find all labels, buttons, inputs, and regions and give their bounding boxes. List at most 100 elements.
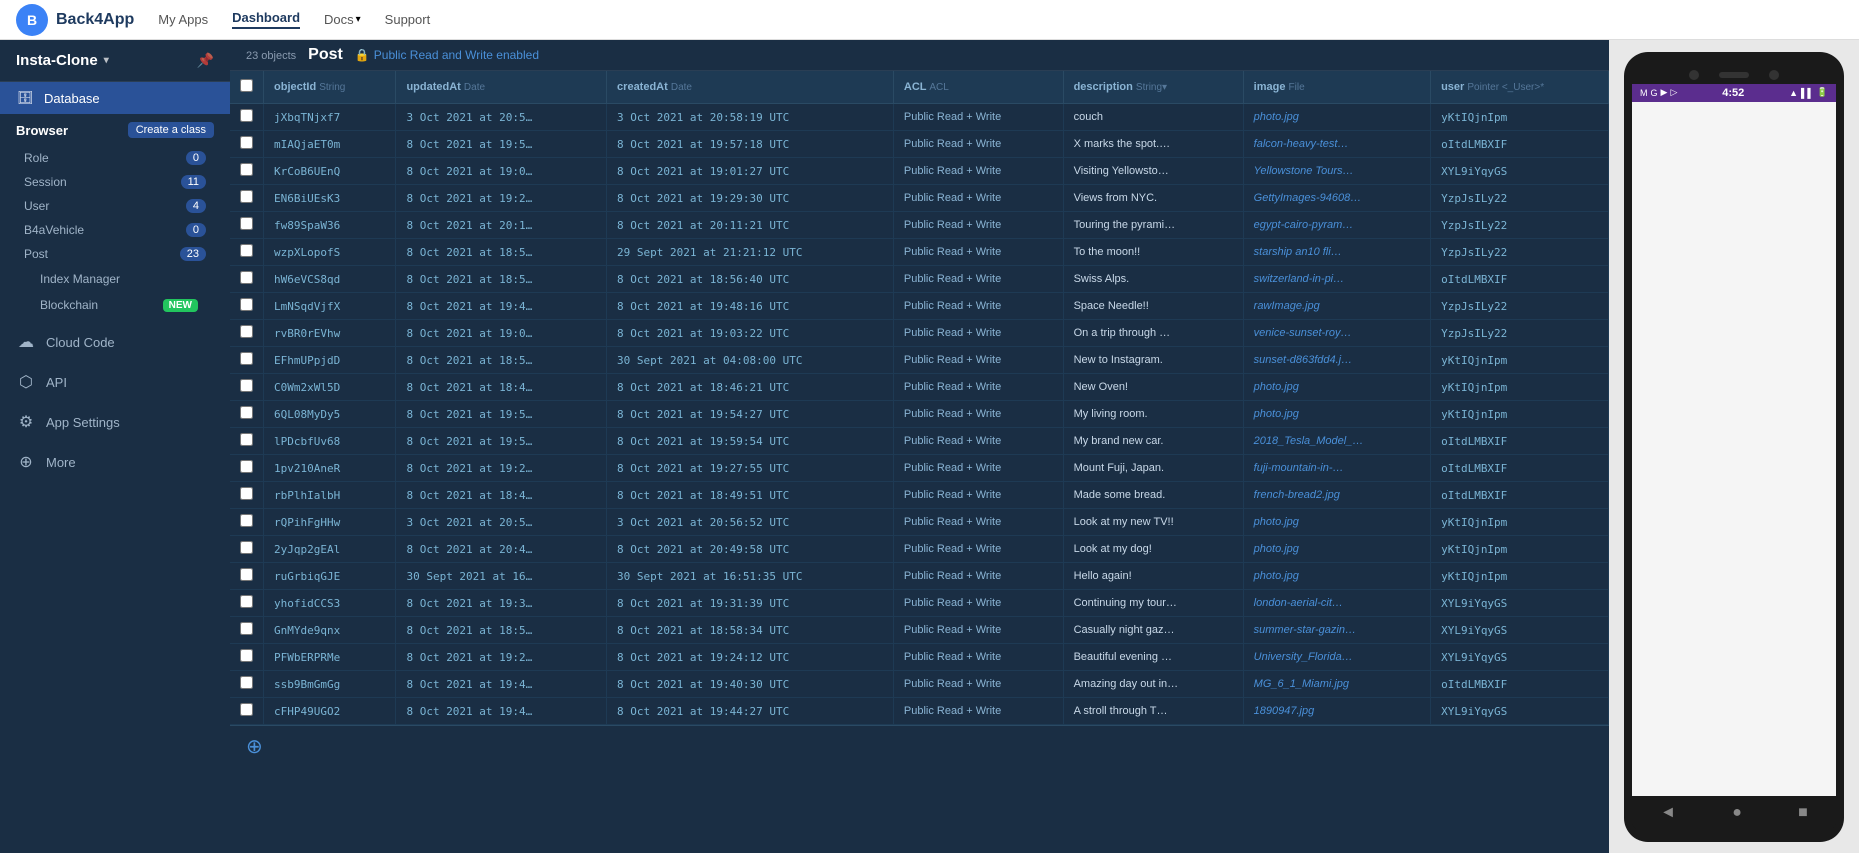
logo[interactable]: B Back4App <box>16 4 134 36</box>
row-checkbox-15[interactable] <box>240 514 253 527</box>
cell-acl-7: Public Read + Write <box>893 293 1063 320</box>
table-row[interactable]: rbPlhIalbH 8 Oct 2021 at 18:4… 8 Oct 202… <box>230 482 1609 509</box>
table-row[interactable]: KrCoB6UEnQ 8 Oct 2021 at 19:0… 8 Oct 202… <box>230 158 1609 185</box>
nav-dashboard[interactable]: Dashboard <box>232 10 300 29</box>
row-checkbox-cell-19 <box>230 617 264 644</box>
table-row[interactable]: 1pv210AneR 8 Oct 2021 at 19:2… 8 Oct 202… <box>230 455 1609 482</box>
table-row[interactable]: fw89SpaW36 8 Oct 2021 at 20:1… 8 Oct 202… <box>230 212 1609 239</box>
database-label: Database <box>44 91 100 106</box>
table-row[interactable]: C0Wm2xWl5D 8 Oct 2021 at 18:4… 8 Oct 202… <box>230 374 1609 401</box>
row-checkbox-19[interactable] <box>240 622 253 635</box>
row-checkbox-18[interactable] <box>240 595 253 608</box>
cell-updatedat-5: 8 Oct 2021 at 18:5… <box>396 239 607 266</box>
table-row[interactable]: EFhmUPpjdD 8 Oct 2021 at 18:5… 30 Sept 2… <box>230 347 1609 374</box>
nav-my-apps[interactable]: My Apps <box>158 12 208 27</box>
row-checkbox-20[interactable] <box>240 649 253 662</box>
cell-objectid-4: fw89SpaW36 <box>264 212 396 239</box>
phone-back-button[interactable]: ◄ <box>1660 804 1676 822</box>
table-row[interactable]: mIAQjaET0m 8 Oct 2021 at 19:5… 8 Oct 202… <box>230 131 1609 158</box>
table-row[interactable]: yhofidCCS3 8 Oct 2021 at 19:3… 8 Oct 202… <box>230 590 1609 617</box>
cell-acl-5: Public Read + Write <box>893 239 1063 266</box>
cell-image-4: egypt-cairo-pyram… <box>1243 212 1430 239</box>
nav-support[interactable]: Support <box>385 12 431 27</box>
cell-objectid-15: rQPihFgHHw <box>264 509 396 536</box>
sidebar-item-database[interactable]: 🗄 Database <box>0 82 230 114</box>
table-row[interactable]: hW6eVCS8qd 8 Oct 2021 at 18:5… 8 Oct 202… <box>230 266 1609 293</box>
row-checkbox-8[interactable] <box>240 325 253 338</box>
play-icon: ▷ <box>1670 87 1677 98</box>
phone-recents-button[interactable]: ■ <box>1798 804 1808 822</box>
table-row[interactable]: GnMYde9qnx 8 Oct 2021 at 18:5… 8 Oct 202… <box>230 617 1609 644</box>
class-item-session[interactable]: Session 11 <box>16 170 214 194</box>
table-row[interactable]: rQPihFgHHw 3 Oct 2021 at 20:5… 3 Oct 202… <box>230 509 1609 536</box>
table-row[interactable]: lPDcbfUv68 8 Oct 2021 at 19:5… 8 Oct 202… <box>230 428 1609 455</box>
cell-updatedat-14: 8 Oct 2021 at 18:4… <box>396 482 607 509</box>
cell-image-15: photo.jpg <box>1243 509 1430 536</box>
sidebar-item-index-manager[interactable]: Index Manager <box>16 266 214 292</box>
class-item-b4avehicle[interactable]: B4aVehicle 0 <box>16 218 214 242</box>
table-row[interactable]: rvBR0rEVhw 8 Oct 2021 at 19:0… 8 Oct 202… <box>230 320 1609 347</box>
table-row[interactable]: PFWbERPRMe 8 Oct 2021 at 19:2… 8 Oct 202… <box>230 644 1609 671</box>
table-row[interactable]: EN6BiUEsK3 8 Oct 2021 at 19:2… 8 Oct 202… <box>230 185 1609 212</box>
lock-icon: 🔒 <box>355 48 370 62</box>
table-row[interactable]: cFHP49UGO2 8 Oct 2021 at 19:4… 8 Oct 202… <box>230 698 1609 725</box>
add-row-button[interactable]: ⊕ <box>246 734 263 759</box>
main-content: 23 objects Post 🔒 Public Read and Write … <box>230 40 1609 853</box>
row-checkbox-2[interactable] <box>240 163 253 176</box>
api-icon: ⬡ <box>16 372 36 392</box>
chevron-down-icon: ▾ <box>356 14 361 25</box>
row-checkbox-11[interactable] <box>240 406 253 419</box>
class-item-user[interactable]: User 4 <box>16 194 214 218</box>
table-row[interactable]: 6QL08MyDy5 8 Oct 2021 at 19:5… 8 Oct 202… <box>230 401 1609 428</box>
table-row[interactable]: ssb9BmGmGg 8 Oct 2021 at 19:4… 8 Oct 202… <box>230 671 1609 698</box>
cell-user-17: yKtIQjnIpm <box>1431 563 1609 590</box>
row-checkbox-0[interactable] <box>240 109 253 122</box>
nav-docs-link[interactable]: Docs <box>324 12 354 27</box>
class-item-role[interactable]: Role 0 <box>16 146 214 170</box>
row-checkbox-cell-2 <box>230 158 264 185</box>
row-checkbox-6[interactable] <box>240 271 253 284</box>
cell-user-14: oItdLMBXIF <box>1431 482 1609 509</box>
sidebar-item-cloud-code[interactable]: ☁ Cloud Code <box>0 322 230 362</box>
cell-acl-12: Public Read + Write <box>893 428 1063 455</box>
cell-description-3: Views from NYC. <box>1063 185 1243 212</box>
row-checkbox-21[interactable] <box>240 676 253 689</box>
select-all-checkbox[interactable] <box>240 79 253 92</box>
sidebar-item-api[interactable]: ⬡ API <box>0 362 230 402</box>
cell-user-2: XYL9iYqyGS <box>1431 158 1609 185</box>
row-checkbox-cell-21 <box>230 671 264 698</box>
row-checkbox-16[interactable] <box>240 541 253 554</box>
row-checkbox-14[interactable] <box>240 487 253 500</box>
cell-createdat-14: 8 Oct 2021 at 18:49:51 UTC <box>607 482 894 509</box>
nav-docs[interactable]: Docs ▾ <box>324 12 361 27</box>
row-checkbox-4[interactable] <box>240 217 253 230</box>
table-row[interactable]: wzpXLopofS 8 Oct 2021 at 18:5… 29 Sept 2… <box>230 239 1609 266</box>
row-checkbox-cell-16 <box>230 536 264 563</box>
row-checkbox-1[interactable] <box>240 136 253 149</box>
sidebar-item-blockchain[interactable]: Blockchain NEW <box>16 292 214 318</box>
table-row[interactable]: 2yJqp2gEAl 8 Oct 2021 at 20:4… 8 Oct 202… <box>230 536 1609 563</box>
row-checkbox-3[interactable] <box>240 190 253 203</box>
sidebar-item-app-settings[interactable]: ⚙ App Settings <box>0 402 230 442</box>
row-checkbox-22[interactable] <box>240 703 253 716</box>
table-row[interactable]: ruGrbiqGJE 30 Sept 2021 at 16… 30 Sept 2… <box>230 563 1609 590</box>
row-checkbox-5[interactable] <box>240 244 253 257</box>
cell-description-17: Hello again! <box>1063 563 1243 590</box>
row-checkbox-17[interactable] <box>240 568 253 581</box>
row-checkbox-12[interactable] <box>240 433 253 446</box>
logo-text: Back4App <box>56 11 134 29</box>
cell-acl-9: Public Read + Write <box>893 347 1063 374</box>
row-checkbox-7[interactable] <box>240 298 253 311</box>
row-checkbox-13[interactable] <box>240 460 253 473</box>
row-checkbox-10[interactable] <box>240 379 253 392</box>
cell-image-7: rawImage.jpg <box>1243 293 1430 320</box>
class-item-post[interactable]: Post 23 <box>16 242 214 266</box>
table-row[interactable]: jXbqTNjxf7 3 Oct 2021 at 20:5… 3 Oct 202… <box>230 104 1609 131</box>
create-class-button[interactable]: Create a class <box>128 122 214 138</box>
app-name[interactable]: Insta-Clone ▾ <box>16 52 109 69</box>
table-row[interactable]: LmNSqdVjfX 8 Oct 2021 at 19:4… 8 Oct 202… <box>230 293 1609 320</box>
row-checkbox-9[interactable] <box>240 352 253 365</box>
phone-home-button[interactable]: ● <box>1732 804 1742 822</box>
sidebar-item-more[interactable]: ⊕ More <box>0 442 230 482</box>
public-read-write-notice: 🔒 Public Read and Write enabled <box>355 48 539 62</box>
